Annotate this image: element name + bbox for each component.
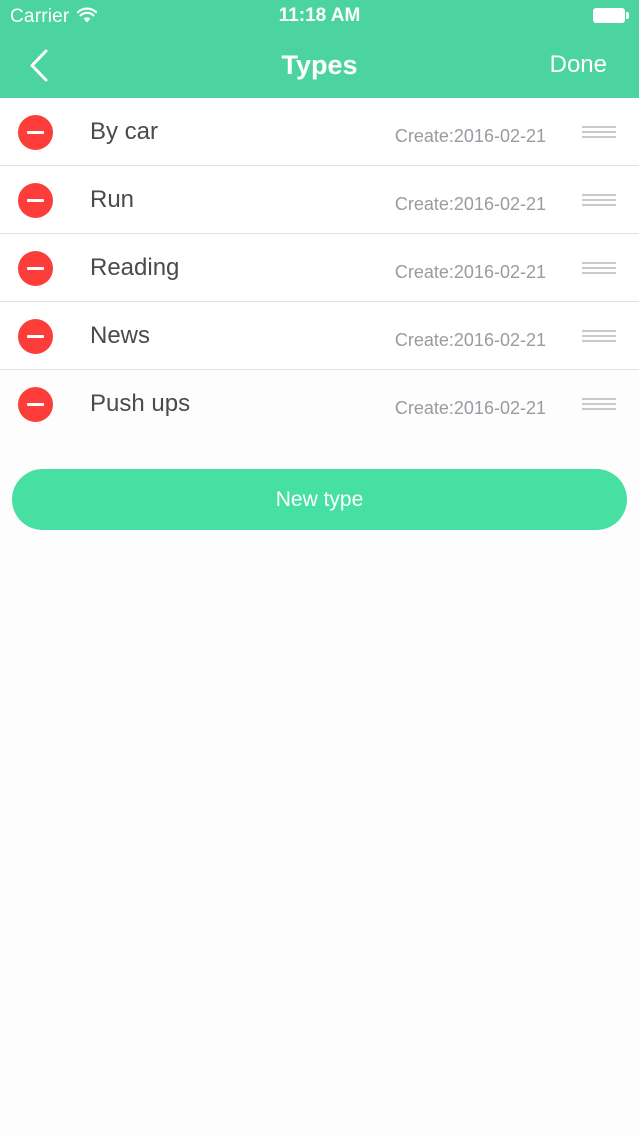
type-name: Reading bbox=[90, 254, 180, 281]
page-title: Types bbox=[281, 50, 358, 80]
type-name: Push ups bbox=[90, 390, 191, 417]
reorder-handle-icon[interactable] bbox=[582, 330, 616, 342]
create-date: Create:2016-02-21 bbox=[394, 126, 546, 146]
minus-circle-icon[interactable] bbox=[18, 251, 53, 286]
create-date: Create:2016-02-21 bbox=[394, 194, 546, 214]
list-item: Push ups Create:2016-02-21 bbox=[0, 370, 639, 437]
minus-circle-icon[interactable] bbox=[18, 183, 53, 218]
create-date: Create:2016-02-21 bbox=[394, 262, 546, 282]
done-button[interactable]: Done bbox=[550, 49, 607, 81]
type-name: News bbox=[90, 322, 151, 349]
minus-circle-icon[interactable] bbox=[18, 319, 53, 354]
list-item: Run Create:2016-02-21 bbox=[0, 166, 639, 234]
list-item: News Create:2016-02-21 bbox=[0, 302, 639, 370]
clock: 11:18 AM bbox=[278, 5, 361, 26]
reorder-handle-icon[interactable] bbox=[582, 194, 616, 206]
navigation-bar: Carrier 11:18 AM Types Done bbox=[0, 0, 639, 98]
new-type-button[interactable]: New type bbox=[12, 469, 627, 530]
create-date: Create:2016-02-21 bbox=[394, 398, 546, 418]
list-item: By car Create:2016-02-21 bbox=[0, 98, 639, 166]
battery-icon bbox=[593, 8, 629, 23]
list-item: Reading Create:2016-02-21 bbox=[0, 234, 639, 302]
minus-circle-icon[interactable] bbox=[18, 387, 53, 422]
reorder-handle-icon[interactable] bbox=[582, 262, 616, 274]
status-bar: Carrier 11:18 AM bbox=[0, 0, 639, 32]
reorder-handle-icon[interactable] bbox=[582, 126, 616, 138]
minus-circle-icon[interactable] bbox=[18, 115, 53, 150]
type-name: By car bbox=[90, 118, 159, 145]
reorder-handle-icon[interactable] bbox=[582, 398, 616, 410]
types-list: By car Create:2016-02-21 Run Create:2016… bbox=[0, 98, 639, 437]
type-name: Run bbox=[90, 186, 135, 213]
create-date: Create:2016-02-21 bbox=[394, 330, 546, 350]
